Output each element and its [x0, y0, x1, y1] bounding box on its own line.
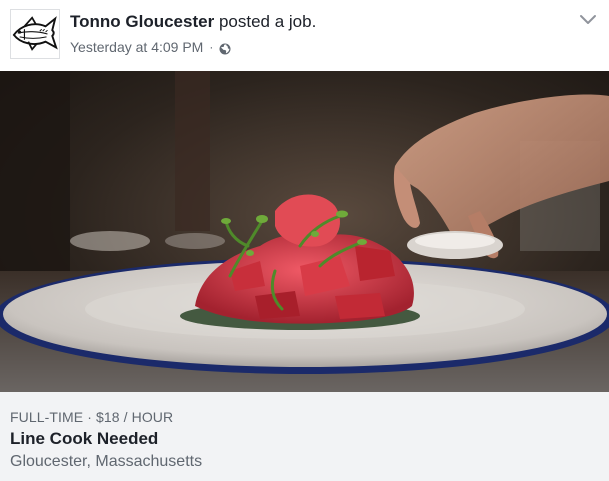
page-avatar[interactable]	[10, 9, 60, 59]
job-type-pay: FULL-TIME · $18 / HOUR	[10, 409, 174, 425]
chevron-down-icon[interactable]	[578, 12, 598, 28]
actor-name-link[interactable]: Tonno Gloucester	[70, 12, 214, 31]
meta-separator: ·	[209, 40, 214, 54]
job-location: Gloucester, Massachusetts	[10, 453, 203, 470]
post-meta: Yesterday at 4:09 PM ·	[70, 38, 231, 56]
post-headline: Tonno Gloucester posted a job.	[70, 11, 316, 33]
job-details-panel[interactable]: FULL-TIME · $18 / HOUR Line Cook Needed …	[0, 392, 609, 481]
post-timestamp-link[interactable]: Yesterday at 4:09 PM	[70, 38, 203, 56]
tuna-fish-logo-icon	[11, 10, 59, 58]
job-post-card: Tonno Gloucester posted a job. Yesterday…	[0, 0, 609, 481]
job-post-photo[interactable]	[0, 71, 609, 392]
post-action-text: posted a job.	[218, 12, 317, 31]
post-header: Tonno Gloucester posted a job. Yesterday…	[0, 0, 609, 71]
globe-icon[interactable]	[219, 41, 231, 55]
job-title-link[interactable]: Line Cook Needed	[10, 429, 158, 449]
